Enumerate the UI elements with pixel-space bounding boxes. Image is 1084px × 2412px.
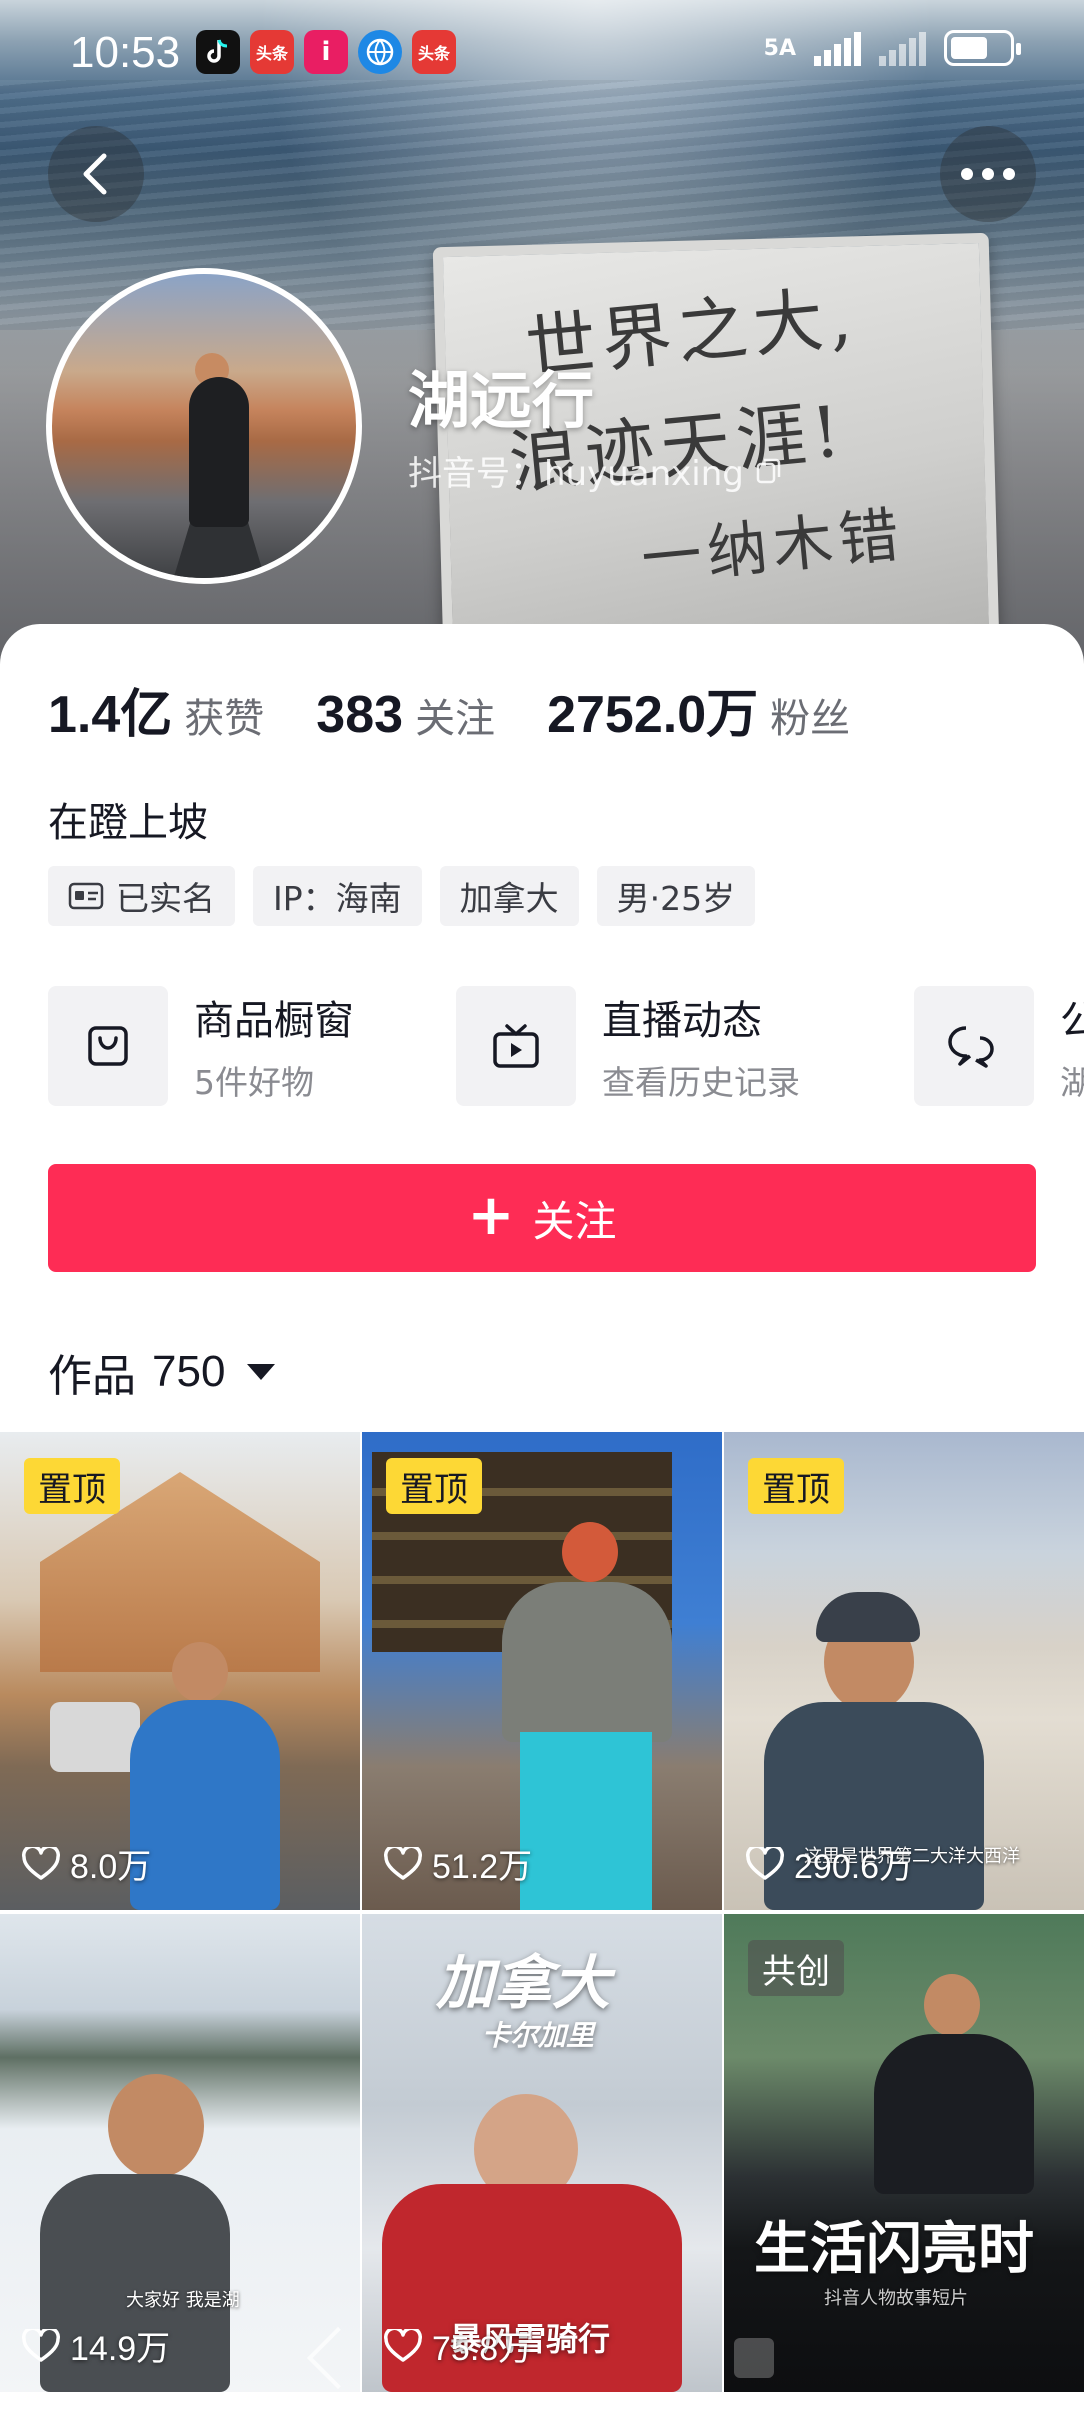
- heart-icon: [384, 1846, 422, 1880]
- tag-ip: IP：海南: [253, 866, 422, 926]
- feature-subtitle: 5件好物: [194, 1063, 314, 1102]
- follow-button[interactable]: + 关注: [48, 1164, 1036, 1272]
- tiktok-icon: [196, 30, 240, 74]
- profile-id-text: 抖音号：huyuanxing: [408, 454, 744, 494]
- copy-icon[interactable]: [754, 456, 784, 486]
- stat-label: 获赞: [184, 696, 265, 742]
- more-dots-icon: [961, 168, 1015, 180]
- feature-title: 商品橱窗: [194, 998, 354, 1044]
- video-title: 加拿大: [436, 1949, 611, 2017]
- stat-value: 1.4亿: [48, 686, 173, 744]
- video-likes: 51.2万: [384, 1839, 532, 1888]
- video-caption: 抖音人物故事短片: [824, 2288, 968, 2309]
- feature-title: 公: [1060, 998, 1084, 1044]
- profile-stats: 1.4亿 获赞 383 关注 2752.0万 粉丝: [48, 672, 902, 747]
- feature-entries: 商品橱窗 5件好物 直播动态 查看历史记录 公 湖: [48, 984, 1084, 1108]
- battery-icon: [944, 30, 1021, 66]
- feature-subtitle: 湖: [1060, 1063, 1084, 1102]
- toutiao-icon-2: 头条: [412, 30, 456, 74]
- video-subtitle: 卡尔加里: [482, 2019, 595, 2052]
- pinned-badge: 置顶: [386, 1458, 482, 1514]
- plus-icon: +: [467, 1183, 515, 1248]
- cover-whiteboard: 世界之大, 浪迹天涯! 一纳木错: [432, 232, 1000, 658]
- feature-shop-window[interactable]: 商品橱窗 5件好物: [48, 984, 354, 1108]
- stat-label: 粉丝: [770, 696, 851, 742]
- stat-followers[interactable]: 2752.0万 粉丝: [547, 672, 850, 747]
- stat-value: 383: [316, 686, 404, 744]
- tv-icon: [493, 1024, 539, 1068]
- tag-label: 加拿大: [459, 879, 559, 918]
- feature-title: 直播动态: [602, 998, 762, 1044]
- video-likes: 290.6万: [746, 1839, 913, 1888]
- video-title: 生活闪亮时: [754, 2217, 1034, 2282]
- heart-icon: [22, 1846, 60, 1880]
- profile-tags: 已实名 IP：海南 加拿大 男·25岁: [48, 866, 756, 926]
- more-button[interactable]: [940, 126, 1036, 222]
- tag-label: 已实名: [116, 879, 215, 918]
- i-app-icon: i: [304, 30, 348, 74]
- profile-name: 湖远行: [408, 364, 595, 437]
- bag-icon: [88, 1026, 128, 1066]
- tag-location: 加拿大: [439, 866, 579, 926]
- chevron-left-icon: [83, 153, 107, 195]
- video-tile[interactable]: 生活闪亮时 抖音人物故事短片 共创: [724, 1914, 1084, 2392]
- video-tile[interactable]: 置顶 8.0万: [0, 1432, 360, 1910]
- status-app-icons: 头条 i 头条: [196, 30, 456, 74]
- video-tile[interactable]: 大家好 我是湖 14.9万: [0, 1914, 360, 2392]
- works-tab[interactable]: 作品 750: [48, 1340, 276, 1404]
- video-likes: 75.8万: [384, 2321, 532, 2370]
- video-tile[interactable]: 置顶 这里是世界第二大洋大西洋 290.6万: [724, 1432, 1084, 1910]
- profile-id[interactable]: 抖音号：huyuanxing: [408, 446, 784, 495]
- video-likes: 14.9万: [22, 2321, 170, 2370]
- works-label: 作品: [48, 1351, 136, 1402]
- video-likes: 8.0万: [22, 1839, 151, 1888]
- tag-verified[interactable]: 已实名: [48, 866, 235, 926]
- chat-icon: [948, 1026, 994, 1068]
- stat-label: 关注: [415, 696, 496, 742]
- network-type: 5A: [763, 35, 796, 61]
- back-button[interactable]: [48, 126, 144, 222]
- stat-following[interactable]: 383 关注: [316, 685, 495, 745]
- caret-down-icon: [247, 1364, 276, 1380]
- feature-group[interactable]: 公 湖: [914, 984, 1084, 1108]
- heart-icon: [746, 1846, 784, 1880]
- signal-icon-2: [879, 30, 926, 66]
- heart-icon: [384, 2328, 422, 2362]
- pinned-badge: 置顶: [748, 1458, 844, 1514]
- tag-label: 男·25岁: [616, 879, 736, 918]
- feature-live[interactable]: 直播动态 查看历史记录: [456, 984, 800, 1108]
- toutiao-icon: 头条: [250, 30, 294, 74]
- browser-icon: [358, 30, 402, 74]
- whiteboard-line: 一纳木错: [638, 500, 908, 596]
- heart-icon: [22, 2328, 60, 2362]
- video-caption: 大家好 我是湖: [126, 2290, 240, 2311]
- video-tile[interactable]: 置顶 51.2万: [362, 1432, 722, 1910]
- status-time: 10:53: [70, 28, 181, 77]
- profile-bio: 在蹬上坡: [48, 800, 208, 846]
- pinned-badge: 置顶: [24, 1458, 120, 1514]
- video-tile[interactable]: 加拿大 卡尔加里 暴风雪骑行 75.8万: [362, 1914, 722, 2392]
- tag-gender-age: 男·25岁: [596, 866, 756, 926]
- stat-value: 2752.0万: [547, 686, 759, 744]
- avatar[interactable]: [46, 268, 362, 584]
- tag-label: IP：海南: [273, 879, 402, 918]
- id-card-icon: [68, 882, 104, 910]
- feature-subtitle: 查看历史记录: [602, 1063, 800, 1102]
- stat-likes: 1.4亿 获赞: [48, 672, 264, 747]
- collab-badge: 共创: [748, 1940, 844, 1996]
- status-bar: 10:53 头条 i 头条 5A: [0, 0, 1084, 100]
- works-count: 750: [152, 1347, 226, 1396]
- status-indicators: 5A: [763, 30, 1021, 66]
- video-type-icon: [734, 2338, 774, 2378]
- follow-label: 关注: [532, 1196, 617, 1246]
- signal-icon: [814, 30, 861, 66]
